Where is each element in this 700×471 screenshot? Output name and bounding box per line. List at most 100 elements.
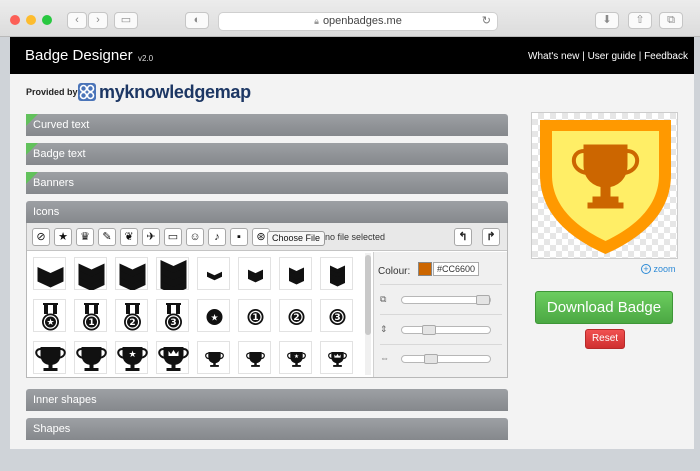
maximize-window-button[interactable] [42,15,52,25]
icon-trophy-small[interactable] [197,341,230,374]
ban-icon[interactable]: ⊘ [32,228,50,246]
icon-chevrons-3[interactable] [74,257,107,290]
icon-chevrons-small-3[interactable] [279,257,312,290]
trophy-plain-icon [76,347,107,371]
vertical-position-icon: ⇕ [380,324,388,334]
laptop-icon[interactable]: ▭ [164,228,182,246]
icon-grid-scrollbar[interactable] [365,253,371,375]
address-bar[interactable]: 🔒︎ openbadges.me ↻ [218,12,498,31]
chevrons-small-1-icon [207,271,222,281]
completed-corner-icon [26,143,38,155]
icon-coin-2[interactable]: 2 [279,299,312,332]
divider [380,284,502,285]
section-badge-text[interactable]: Badge text [26,143,508,165]
svg-text:2: 2 [129,318,135,328]
icon-grid: ★ 1 2 3 ★ 1 2 3 ★ ★ [27,252,363,377]
chevrons-small-3-icon [289,267,304,285]
icon-trophy-small-star[interactable]: ★ [279,341,312,374]
plane-icon[interactable]: ✈ [142,228,160,246]
icon-medal-star[interactable]: ★ [33,299,66,332]
section-icons[interactable]: Icons [26,201,508,223]
section-banners[interactable]: Banners [26,172,508,194]
icon-trophy-plain[interactable] [33,341,66,374]
icon-trophy-plain[interactable] [74,341,107,374]
slider-knob[interactable] [476,295,490,305]
icon-medal-2[interactable]: 2 [115,299,148,332]
size-slider[interactable] [401,295,491,305]
share-icon[interactable]: ⇧ [628,12,652,29]
reset-button[interactable]: Reset [585,329,625,349]
horizontal-position-icon: ⇔ [380,353,389,363]
download-icon[interactable]: ⬇ [595,12,619,29]
vertical-position-slider[interactable] [401,325,491,335]
medal-2-icon: 2 [124,303,141,331]
minimize-window-button[interactable] [26,15,36,25]
trophy-small-icon [205,352,224,367]
icon-chevrons-3[interactable] [115,257,148,290]
icon-coin-1[interactable]: 1 [238,299,271,332]
rotate-right-icon[interactable]: ↱ [482,228,500,246]
chevrons-small-2-icon [248,269,263,283]
icon-chevrons-2[interactable] [33,257,66,290]
icon-chevrons-4[interactable] [156,257,189,290]
coin-2-icon: 2 [288,309,305,325]
person-icon[interactable]: ☺ [186,228,204,246]
section-inner-shapes[interactable]: Inner shapes [26,389,508,411]
pencil-icon[interactable]: ✎ [98,228,116,246]
icon-trophy-crown[interactable] [156,341,189,374]
svg-text:★: ★ [128,350,136,360]
icon-trophy-small[interactable] [238,341,271,374]
colour-hex-input[interactable]: #CC6600 [433,262,479,276]
divider [380,314,502,315]
section-curved-text[interactable]: Curved text [26,114,508,136]
icon-chevrons-small-1[interactable] [197,257,230,290]
icon-trophy-star[interactable]: ★ [115,341,148,374]
close-window-button[interactable] [10,15,20,25]
slider-knob[interactable] [424,354,438,364]
scrollbar-thumb[interactable] [365,255,371,335]
section-shapes[interactable]: Shapes [26,418,508,440]
icon-options-panel: Colour: #CC6600 ⧉ ⇕ ⇔ [373,252,507,377]
icon-coin-3[interactable]: 3 [320,299,353,332]
whats-new-link[interactable]: What's new [528,51,579,62]
sidebar-icon[interactable]: ▭ [114,12,138,29]
zoom-link[interactable]: + zoom [641,264,676,274]
icon-trophy-small-crown[interactable] [320,341,353,374]
back-button[interactable]: ‹ [67,12,87,29]
icon-chevrons-small-4[interactable] [320,257,353,290]
tabs-icon[interactable]: ⧉ [659,12,683,29]
choose-file-button[interactable]: Choose File [267,231,326,246]
icon-coin-star[interactable]: ★ [197,299,230,332]
microphone-icon[interactable]: ♪ [208,228,226,246]
icon-medal-3[interactable]: 3 [156,299,189,332]
colour-swatch[interactable] [418,262,432,276]
link-separator: | [635,51,645,62]
download-badge-button[interactable]: Download Badge [535,291,673,324]
reload-icon[interactable]: ↻ [482,13,491,30]
file-status-text: no file selected [325,232,386,242]
icon-medal-1[interactable]: 1 [74,299,107,332]
badge-preview[interactable] [531,112,678,259]
trophy-plain-icon [35,347,66,371]
coin-3-icon: 3 [329,309,346,325]
chevrons-small-4-icon [330,265,345,287]
chevrons-3-icon [119,263,146,290]
completed-corner-icon [26,114,38,126]
coin-star-icon: ★ [206,309,223,325]
leaf-icon[interactable]: ❦ [120,228,138,246]
horizontal-position-slider[interactable] [401,354,491,364]
user-guide-link[interactable]: User guide [588,51,636,62]
icons-panel: ⊘ ★ ♛ ✎ ❦ ✈ ▭ ☺ ♪ ▪ ⊛ Choose File no fil… [26,223,508,378]
briefcase-icon[interactable]: ▪ [230,228,248,246]
star-icon[interactable]: ★ [54,228,72,246]
chevrons-2-icon [37,267,64,288]
icon-chevrons-small-2[interactable] [238,257,271,290]
forward-button[interactable]: › [88,12,108,29]
slider-knob[interactable] [422,325,436,335]
trophy-icon[interactable]: ♛ [76,228,94,246]
privacy-icon[interactable]: ◐ [185,12,209,29]
svg-text:1: 1 [252,313,258,323]
feedback-link[interactable]: Feedback [644,51,688,62]
rotate-left-icon[interactable]: ↰ [454,228,472,246]
zoom-in-icon: + [641,264,651,274]
